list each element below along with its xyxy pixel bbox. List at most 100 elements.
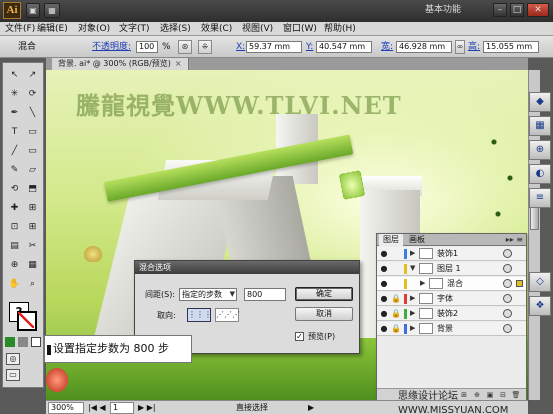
tab-layers[interactable]: 图层 [379,234,403,246]
close-button[interactable]: ✕ [527,3,549,17]
visibility-eye-icon[interactable]: ● [379,323,389,334]
visibility-eye-icon[interactable]: ● [379,248,389,259]
spacing-select[interactable]: 指定的步数 ▼ [179,288,237,301]
expand-arrow-icon[interactable]: ▶ [410,323,415,334]
lasso-tool-icon[interactable]: ⟳ [25,88,40,101]
eraser-tool-icon[interactable]: ▱ [25,164,40,177]
rectangle-tool-icon[interactable]: ▭ [25,126,40,139]
symbol-sprayer-tool-icon[interactable]: ⊡ [7,221,22,234]
selection-tool-icon[interactable]: ↖ [7,69,22,82]
expand-arrow-icon[interactable]: ▶ [410,248,415,259]
layer-name[interactable]: 装饰2 [437,308,458,320]
gradient-mode-icon[interactable] [18,337,28,347]
menu-window[interactable]: 窗口(W) [283,22,317,36]
menu-file[interactable]: 文件(F) [5,22,35,36]
draw-normal-icon[interactable]: ◎ [6,353,20,365]
selection-indicator[interactable] [516,310,523,317]
lock-icon[interactable] [391,263,401,274]
scale-tool-icon[interactable]: ⬒ [25,183,40,196]
stroke-panel-icon[interactable]: ≡ [529,188,551,208]
color-panel-icon[interactable]: ◆ [529,92,551,112]
panel-menu-icon[interactable]: ▸▸ ≡ [506,234,523,246]
menu-type[interactable]: 文字(T) [119,22,150,36]
expand-arrow-icon[interactable]: ▶ [420,278,425,289]
layer-row[interactable]: ● 🔒 ▶ 背景 [377,322,526,336]
pen-tool-icon[interactable]: ✒ [7,107,22,120]
align-to-page-icon[interactable]: ⋮⋮⋮ [187,308,212,322]
opacity-field[interactable]: 100 [136,41,158,53]
selection-indicator[interactable] [516,325,523,332]
blend-tool-icon[interactable]: ⊕ [7,259,22,272]
current-tool-status[interactable]: 直接选择 [236,402,268,414]
opacity-label[interactable]: 不透明度: [92,41,131,53]
cancel-button[interactable]: 取消 [295,307,353,321]
none-mode-icon[interactable] [31,337,41,347]
layer-row[interactable]: ● 🔒 ▶ 装饰2 [377,307,526,321]
visibility-eye-icon[interactable]: ● [379,263,389,274]
menu-select[interactable]: 选择(S) [160,22,191,36]
menu-object[interactable]: 对象(O) [78,22,110,36]
menu-edit[interactable]: 编辑(E) [37,22,68,36]
lock-icon[interactable] [391,248,401,259]
recolor-icon[interactable]: ⊛ [178,40,192,54]
visibility-eye-icon[interactable]: ● [379,278,389,289]
width-field[interactable]: 46.928 mm [396,41,452,53]
layer-row[interactable]: ● 🔒 ▶ 字体 [377,292,526,306]
direct-selection-tool-icon[interactable]: ↗ [25,69,40,82]
pencil-tool-icon[interactable]: ✎ [7,164,22,177]
magic-wand-tool-icon[interactable]: ✳ [7,88,22,101]
width-label[interactable]: 宽: [381,41,393,53]
lock-icon[interactable]: 🔒 [391,323,401,334]
visibility-eye-icon[interactable]: ● [379,293,389,304]
constrain-link-icon[interactable]: ∞ [455,40,465,54]
blend-object-cap[interactable] [338,170,366,200]
reference-point-icon[interactable]: ⁜ [198,40,212,54]
first-page-button[interactable]: |◀ ◀ [88,402,106,414]
layer-name[interactable]: 装饰1 [437,248,458,260]
specified-steps-input[interactable]: 800 [244,288,286,301]
layer-row[interactable]: ● ▶ 装饰1 [377,247,526,261]
mesh-tool-icon[interactable]: ▤ [7,240,22,253]
x-label[interactable]: X: [236,41,245,53]
selection-indicator[interactable] [516,295,523,302]
status-menu-arrow[interactable]: ▶ [308,402,314,414]
restore-button[interactable]: □ [510,3,524,17]
arrange-documents-button[interactable]: ▦ [44,3,60,18]
layer-row[interactable]: ● ▼ 图层 1 [377,262,526,276]
workspace-switcher[interactable]: 基本功能 [425,3,461,18]
selection-indicator[interactable] [516,265,523,272]
preview-checkbox[interactable]: ✓ [295,332,304,341]
symbols-panel-icon[interactable]: ◐ [529,164,551,184]
target-circle-icon[interactable] [503,324,512,333]
minimize-button[interactable]: – [493,3,507,17]
selection-indicator[interactable] [516,280,523,287]
color-mode-icon[interactable] [5,337,15,347]
hand-tool-icon[interactable]: ✋ [7,278,22,291]
free-transform-tool-icon[interactable]: ⊞ [25,202,40,215]
target-circle-icon[interactable] [503,264,512,273]
selection-indicator[interactable] [516,250,523,257]
type-tool-icon[interactable]: T [7,126,22,139]
line-tool-icon[interactable]: ╲ [25,107,40,120]
page-field[interactable]: 1 [110,402,134,414]
expand-arrow-icon[interactable]: ▶ [410,308,415,319]
layers-panel-icon[interactable]: ❖ [529,296,551,316]
zoom-field[interactable]: 300% [48,402,84,414]
line-segment-tool-icon[interactable]: ╱ [7,145,22,158]
lock-icon[interactable]: 🔒 [391,293,401,304]
menu-help[interactable]: 帮助(H) [324,22,356,36]
swatches-panel-icon[interactable]: ▦ [529,116,551,136]
graph-tool-icon[interactable]: ⊞ [25,221,40,234]
warp-tool-icon[interactable]: ✚ [7,202,22,215]
document-tab[interactable]: 背景. ai* @ 300% (RGB/预览) × [52,58,189,70]
ok-button[interactable]: 确定 [295,287,353,301]
layer-name[interactable]: 图层 1 [437,263,461,275]
appearance-panel-icon[interactable]: ◇ [529,272,551,292]
scissors-tool-icon[interactable]: ✂ [25,240,40,253]
target-circle-icon[interactable] [503,309,512,318]
menu-view[interactable]: 视图(V) [242,22,273,36]
expand-arrow-icon[interactable]: ▶ [410,293,415,304]
layer-name[interactable]: 字体 [437,293,453,305]
rotate-tool-icon[interactable]: ⟲ [7,183,22,196]
screen-mode-icon[interactable]: ▭ [6,369,20,381]
